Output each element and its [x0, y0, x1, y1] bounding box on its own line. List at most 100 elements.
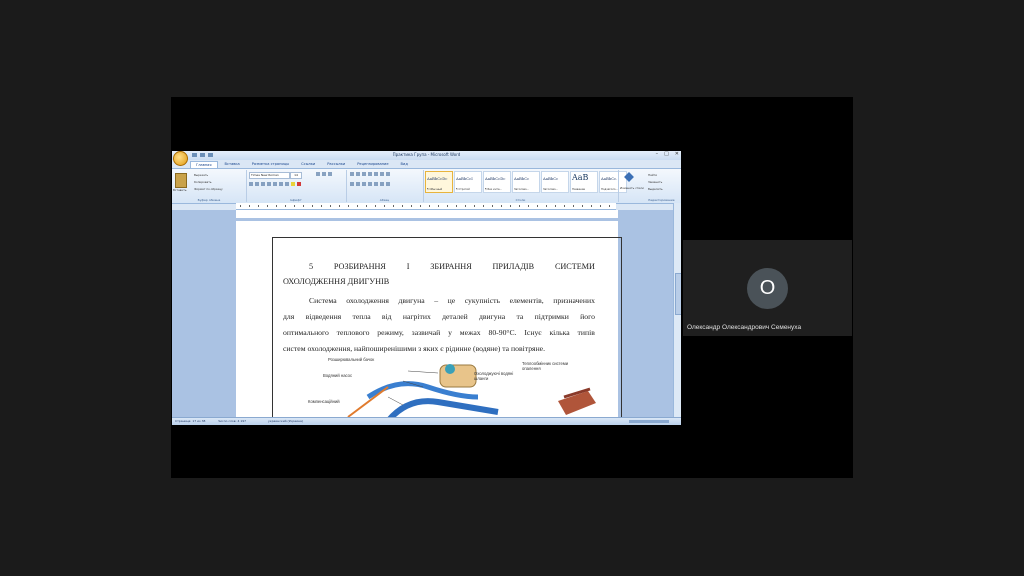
italic-icon[interactable] — [255, 182, 259, 186]
styles-group: Стили — [423, 170, 619, 202]
paste-icon[interactable] — [175, 173, 187, 188]
figure-label-hoses: Охолоджуючі водяні шланги — [474, 371, 514, 381]
heading-word: ЗБИРАННЯ — [430, 262, 472, 271]
paragraph-tools-top — [350, 172, 390, 176]
clipboard-group-label: Буфер обмена — [197, 198, 221, 202]
word-window: Практика Група - Microsoft Word – □ ✕ Гл… — [172, 151, 681, 425]
bold-icon[interactable] — [249, 182, 253, 186]
participant-name: Олександр Олександрович Семенуха — [687, 324, 802, 331]
paragraph-word: теплового — [336, 328, 370, 337]
justify-icon[interactable] — [368, 182, 372, 186]
bullets-icon[interactable] — [350, 172, 354, 176]
horizontal-ruler[interactable] — [236, 203, 616, 210]
line-spacing-icon[interactable] — [374, 182, 378, 186]
tab-references[interactable]: Ссылки — [296, 161, 320, 168]
paragraph-word: оптимального — [283, 328, 329, 337]
paragraph-word: межах — [459, 328, 481, 337]
tab-insert[interactable]: Вставка — [220, 161, 245, 168]
paragraph-line-1: Система охолодження двигуна – це сукупні… — [283, 293, 595, 309]
numbering-icon[interactable] — [356, 172, 360, 176]
paragraph-word: сукупність — [464, 296, 500, 305]
minimize-icon[interactable]: – — [656, 151, 659, 157]
copy-button[interactable]: Копировать — [194, 180, 211, 184]
shading-icon[interactable] — [380, 182, 384, 186]
change-styles-button[interactable]: Изменить стили — [620, 186, 644, 190]
paragraph-word: це — [447, 296, 456, 305]
scrollbar-thumb[interactable] — [675, 273, 681, 315]
page-count[interactable]: Страница: 17 из 38 — [175, 419, 205, 423]
undo-icon[interactable] — [200, 153, 205, 157]
subscript-icon[interactable] — [273, 182, 277, 186]
case-icon[interactable] — [285, 182, 289, 186]
paste-button[interactable]: Вставить — [173, 188, 187, 192]
paragraph-word: режиму, — [377, 328, 404, 337]
replace-button[interactable]: Заменить — [648, 180, 662, 184]
find-button[interactable]: Найти — [648, 173, 657, 177]
paragraph-word: призначених — [553, 296, 595, 305]
sort-icon[interactable] — [380, 172, 384, 176]
font-tools-top — [316, 172, 332, 176]
superscript-icon[interactable] — [279, 182, 283, 186]
grow-font-icon[interactable] — [316, 172, 320, 176]
section-heading: 5 РОЗБИРАННЯ І ЗБИРАННЯ ПРИЛАДІВ СИСТЕМИ… — [283, 259, 595, 289]
paragraph-word: нагрітих — [402, 312, 431, 321]
word-count[interactable]: Число слов: 4 197 — [218, 419, 246, 423]
zoom-slider[interactable] — [629, 420, 669, 423]
clear-format-icon[interactable] — [328, 172, 332, 176]
strikethrough-icon[interactable] — [267, 182, 271, 186]
window-controls: – □ ✕ — [656, 151, 679, 157]
figure-label-heater: Теплообмінник системи опалення — [522, 361, 569, 371]
decrease-indent-icon[interactable] — [368, 172, 372, 176]
styles-group-label: Стили — [515, 198, 526, 202]
highlight-icon[interactable] — [291, 182, 295, 186]
pilcrow-icon[interactable] — [386, 172, 390, 176]
font-color-icon[interactable] — [297, 182, 301, 186]
heading-word: ПРИЛАДІВ — [492, 262, 535, 271]
borders-icon[interactable] — [386, 182, 390, 186]
increase-indent-icon[interactable] — [374, 172, 378, 176]
maximize-icon[interactable]: □ — [664, 151, 669, 157]
paragraph-word: від — [381, 312, 392, 321]
heading-line-1: 5 РОЗБИРАННЯ І ЗБИРАННЯ ПРИЛАДІВ СИСТЕМИ — [283, 259, 595, 274]
align-left-icon[interactable] — [350, 182, 354, 186]
align-right-icon[interactable] — [362, 182, 366, 186]
redo-icon[interactable] — [208, 153, 213, 157]
underline-icon[interactable] — [261, 182, 265, 186]
office-button[interactable] — [173, 151, 188, 166]
window-title: Практика Група - Microsoft Word — [392, 152, 461, 157]
paragraph-word: двигуна — [479, 312, 506, 321]
tab-view[interactable]: Вид — [396, 161, 413, 168]
save-icon[interactable] — [192, 153, 197, 157]
align-center-icon[interactable] — [356, 182, 360, 186]
select-button[interactable]: Выделить — [648, 187, 663, 191]
font-name-select[interactable]: Times New Roman — [249, 172, 290, 179]
paragraph-word: кілька — [549, 328, 570, 337]
heading-word: СИСТЕМИ — [554, 262, 595, 271]
close-icon[interactable]: ✕ — [675, 151, 679, 157]
paragraph-word: двигуна — [398, 296, 425, 305]
paragraph-word: типів — [577, 328, 595, 337]
paragraph-word: – — [434, 296, 439, 305]
tab-page-layout[interactable]: Разметка страницы — [247, 161, 294, 168]
language-status[interactable]: украинский (Украина) — [268, 419, 303, 423]
body-paragraph: Система охолодження двигуна – це сукупні… — [283, 293, 595, 357]
paragraph-word: деталей — [442, 312, 468, 321]
tab-mailings[interactable]: Рассылки — [322, 161, 350, 168]
format-painter-button[interactable]: Формат по образцу — [194, 187, 223, 191]
document-page[interactable]: 5 РОЗБИРАННЯ І ЗБИРАННЯ ПРИЛАДІВ СИСТЕМИ… — [236, 221, 622, 425]
status-bar: Страница: 17 из 38 Число слов: 4 197 укр… — [172, 417, 681, 425]
figure-label-pump: Водяний насос — [323, 373, 353, 378]
title-bar: Практика Група - Microsoft Word – □ ✕ — [172, 151, 681, 160]
vertical-scrollbar[interactable] — [673, 203, 681, 417]
figure-label-compensator: Компенсаційний — [308, 399, 340, 404]
heading-word: І — [406, 262, 410, 271]
multilevel-list-icon[interactable] — [362, 172, 366, 176]
paragraph-tools-bottom — [350, 182, 390, 186]
cut-button[interactable]: Вырезать — [194, 173, 208, 177]
ruler-marks — [240, 205, 612, 207]
paragraph-word: підтримки — [534, 312, 569, 321]
tab-review[interactable]: Рецензирование — [352, 161, 393, 168]
clipboard-group: Вставить Вырезать Копировать Формат по о… — [172, 170, 247, 202]
shrink-font-icon[interactable] — [322, 172, 326, 176]
font-size-select[interactable]: 14 — [290, 172, 302, 179]
